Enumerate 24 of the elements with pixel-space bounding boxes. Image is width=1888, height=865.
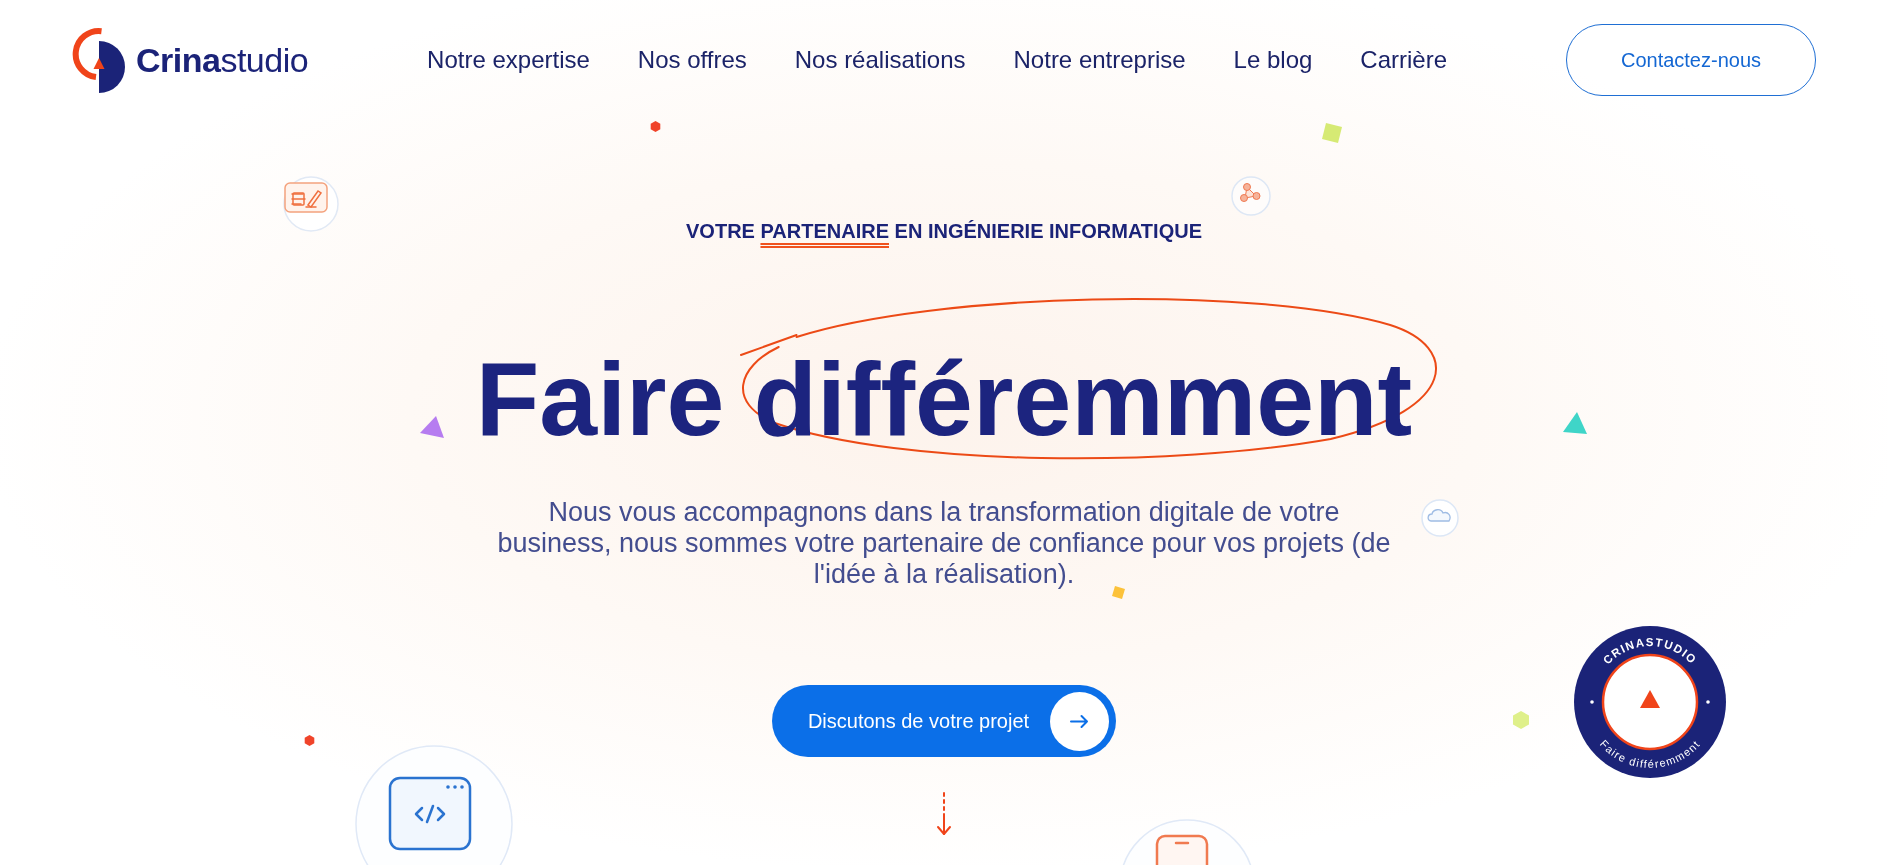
logo[interactable]: Crinastudio [72,27,309,93]
nodes-icon [1231,176,1271,216]
dot-icon [1590,700,1594,704]
cta-button[interactable]: Discutons de votre projet [771,685,1117,757]
code-window-icon [355,745,515,865]
description-text: Nous vous accompagnons dans la transformation digitale de votre business, nous sommes votre partenaire de confiance pour vos projets (de l'idée à la réalisation). [496,497,1392,590]
nav-link[interactable]: Notre entreprise [1013,45,1186,75]
down-arrow-icon [936,792,952,836]
nav-link[interactable]: Nos offres [637,45,747,75]
nav-link[interactable]: Carrière [1360,45,1448,75]
circled-word: différemment [735,291,1451,463]
document-pen-icon [283,176,339,232]
nav-link[interactable]: Nos réalisations [794,45,966,75]
arrow-right-icon [1050,691,1110,751]
triangle-icon [1563,412,1587,434]
nav-link[interactable]: Notre expertise [427,45,590,75]
eyebrow-text: VOTRE PARTENAIRE EN INGÉNIERIE INFORMATIQUE [686,219,1202,244]
logo-icon [72,27,126,93]
triangle-icon [420,416,444,438]
cloud-icon [1421,499,1459,537]
dot-icon [1706,700,1710,704]
hexagon-icon [1512,711,1530,729]
headline-text: Faire [475,347,725,451]
nav-link[interactable]: Le blog [1233,45,1313,75]
